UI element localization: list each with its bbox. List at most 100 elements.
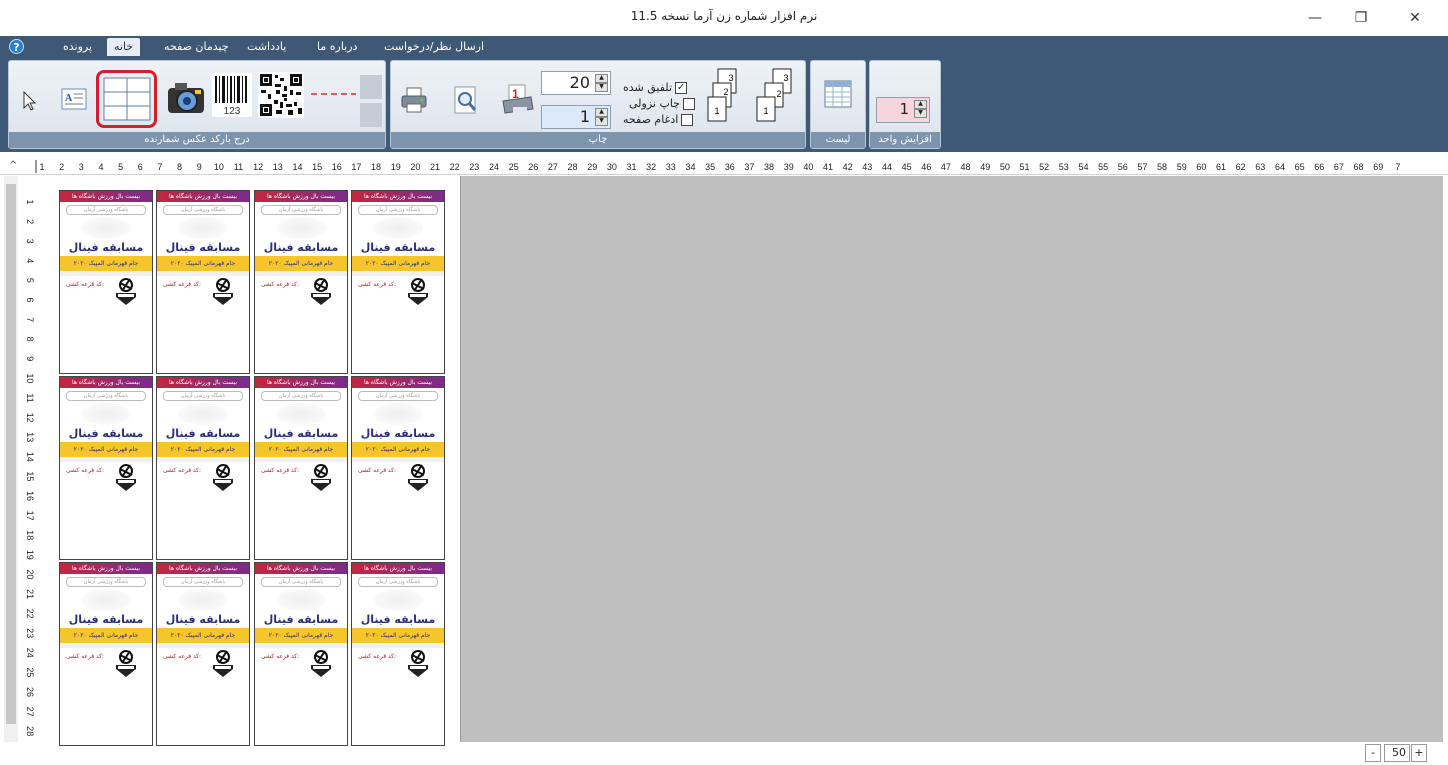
scrollbar-thumb[interactable] bbox=[6, 184, 16, 724]
down-arrow-icon[interactable]: ▼ bbox=[595, 117, 608, 126]
order-cascade-button[interactable]: 3 2 1 bbox=[753, 67, 797, 129]
zoom-out-button[interactable]: - bbox=[1365, 744, 1381, 762]
minimize-button[interactable]: — bbox=[1292, 4, 1338, 32]
menu-about[interactable]: درباره ما bbox=[317, 40, 357, 53]
ticket-subheader: باشگاه ورزشی آرمان bbox=[163, 577, 243, 587]
design-canvas[interactable]: بیست بال ورزش باشگاه ها باشگاه ورزشی آرما… bbox=[48, 176, 1443, 746]
ticket-card[interactable]: بیست بال ورزش باشگاه ها باشگاه ورزشی آرما… bbox=[254, 562, 348, 746]
ticket-title: مسابقه فینال bbox=[68, 613, 144, 626]
up-arrow-icon[interactable]: ▲ bbox=[595, 74, 608, 83]
ticket-card[interactable]: بیست بال ورزش باشگاه ها باشگاه ورزشی آرما… bbox=[254, 376, 348, 560]
counter-tool[interactable] bbox=[311, 87, 356, 101]
ticket-subheader: باشگاه ورزشی آرمان bbox=[163, 205, 243, 215]
increment-spinner[interactable]: 1 ▲ ▼ bbox=[876, 97, 930, 123]
insert-group: A 123 درج بارکد عکس شمارنده bbox=[8, 60, 386, 149]
barcode-number: 123 bbox=[224, 106, 241, 117]
ticket-card[interactable]: بیست بال ورزش باشگاه ها باشگاه ورزشی آرما… bbox=[156, 376, 250, 560]
ticket-card[interactable]: بیست بال ورزش باشگاه ها باشگاه ورزشی آرما… bbox=[254, 190, 348, 374]
zoom-in-button[interactable]: + bbox=[1411, 744, 1427, 762]
ticket-code-label: کد قرعه کشی: bbox=[66, 281, 105, 288]
ruler-label: 6 bbox=[138, 162, 143, 172]
printer-icon bbox=[401, 87, 427, 113]
ticket-code-label: کد قرعه کشی: bbox=[163, 653, 202, 660]
ticket-card[interactable]: بیست بال ورزش باشگاه ها باشگاه ورزشی آرما… bbox=[59, 190, 153, 374]
ruler-label: 5 bbox=[118, 162, 123, 172]
print-preview-button[interactable] bbox=[449, 83, 483, 117]
barcode-tool[interactable]: 123 bbox=[212, 73, 252, 117]
ticket-banner: جام قهرمانی المپیک ۲۰۲۰ bbox=[352, 442, 444, 457]
cursor-icon bbox=[23, 90, 37, 111]
descending-checkbox[interactable]: چاپ نزولی bbox=[629, 97, 695, 110]
up-arrow-icon[interactable]: ▲ bbox=[595, 108, 608, 117]
menu-page-layout[interactable]: چیدمان صفحه bbox=[164, 40, 229, 53]
ticket-code-label: کد قرعه کشی: bbox=[163, 281, 202, 288]
help-icon[interactable]: ? bbox=[9, 39, 24, 54]
merge-page-label: ادغام صفحه bbox=[623, 113, 679, 126]
close-button[interactable]: ✕ bbox=[1392, 4, 1438, 32]
ticket-card[interactable]: بیست بال ورزش باشگاه ها باشگاه ورزشی آرما… bbox=[351, 562, 445, 746]
text-tool[interactable]: A bbox=[61, 87, 87, 111]
merged-checkbox[interactable]: تلفیق شده ✓ bbox=[623, 81, 688, 94]
grid-layout-tool[interactable] bbox=[96, 70, 157, 128]
text-box-icon: A bbox=[61, 88, 87, 110]
unchecked-box-icon[interactable] bbox=[681, 113, 694, 126]
menu-feedback[interactable]: ارسال نظر/درخواست bbox=[384, 40, 484, 53]
menu-home[interactable]: خانه bbox=[107, 38, 141, 56]
menu-notes[interactable]: یادداشت bbox=[247, 40, 286, 53]
ruler-label: 49 bbox=[980, 162, 990, 172]
ticket-card[interactable]: بیست بال ورزش باشگاه ها باشگاه ورزشی آرما… bbox=[156, 190, 250, 374]
ruler-label: 16 bbox=[332, 162, 342, 172]
print-setup-button[interactable]: 1 bbox=[497, 81, 537, 119]
print-button[interactable] bbox=[397, 83, 431, 117]
down-arrow-icon[interactable]: ▼ bbox=[595, 83, 608, 92]
restore-button[interactable]: ❐ bbox=[1338, 4, 1384, 32]
ticket-logo-watermark bbox=[276, 589, 326, 611]
start-spinner[interactable]: 1 ▲ ▼ bbox=[541, 105, 611, 129]
ruler-label: 46 bbox=[921, 162, 931, 172]
copies-value: 20 bbox=[569, 73, 590, 92]
svg-text:3: 3 bbox=[783, 73, 788, 83]
menu-file[interactable]: پرونده bbox=[63, 40, 92, 53]
up-arrow-icon[interactable]: ▲ bbox=[914, 100, 927, 109]
ruler-label: 37 bbox=[744, 162, 754, 172]
order-stacked-button[interactable]: 3 2 1 bbox=[704, 67, 744, 129]
basketball-emblem-icon bbox=[207, 461, 239, 493]
ticket-header: بیست بال ورزش باشگاه ها bbox=[60, 191, 152, 202]
photo-tool[interactable] bbox=[165, 75, 207, 119]
ticket-header: بیست بال ورزش باشگاه ها bbox=[352, 377, 444, 388]
unchecked-box-icon[interactable] bbox=[682, 97, 695, 110]
copies-spinner[interactable]: 20 ▲ ▼ bbox=[541, 71, 611, 95]
ruler-label: 20 bbox=[25, 569, 35, 579]
ticket-card[interactable]: بیست بال ورزش باشگاه ها باشگاه ورزشی آرما… bbox=[59, 376, 153, 560]
ruler-label: 44 bbox=[882, 162, 892, 172]
increment-arrows[interactable]: ▲ ▼ bbox=[914, 100, 927, 118]
ticket-card[interactable]: بیست بال ورزش باشگاه ها باشگاه ورزشی آرما… bbox=[351, 376, 445, 560]
ticket-title: مسابقه فینال bbox=[360, 427, 436, 440]
copies-arrows[interactable]: ▲ ▼ bbox=[595, 74, 608, 92]
pointer-tool[interactable] bbox=[19, 87, 41, 115]
qr-code-tool[interactable] bbox=[257, 71, 305, 119]
ticket-card[interactable]: بیست بال ورزش باشگاه ها باشگاه ورزشی آرما… bbox=[59, 562, 153, 746]
list-button[interactable] bbox=[821, 77, 855, 111]
ruler-label: 50 bbox=[1000, 162, 1010, 172]
ruler-label: 61 bbox=[1216, 162, 1226, 172]
down-arrow-icon[interactable]: ▼ bbox=[914, 109, 927, 118]
ruler-label: 3 bbox=[25, 239, 35, 244]
ticket-banner: جام قهرمانی المپیک ۲۰۲۰ bbox=[157, 628, 249, 643]
ticket-logo-watermark bbox=[178, 217, 228, 239]
check-icon[interactable]: ✓ bbox=[675, 81, 688, 94]
ruler-label: 67 bbox=[1334, 162, 1344, 172]
ticket-card[interactable]: بیست بال ورزش باشگاه ها باشگاه ورزشی آرما… bbox=[351, 190, 445, 374]
ticket-subheader: باشگاه ورزشی آرمان bbox=[66, 205, 146, 215]
ticket-card[interactable]: بیست بال ورزش باشگاه ها باشگاه ورزشی آرما… bbox=[156, 562, 250, 746]
vertical-scrollbar[interactable] bbox=[4, 176, 18, 742]
merge-page-checkbox[interactable]: ادغام صفحه bbox=[623, 113, 694, 126]
start-arrows[interactable]: ▲ ▼ bbox=[595, 108, 608, 126]
ticket-banner: جام قهرمانی المپیک ۲۰۲۰ bbox=[60, 628, 152, 643]
ticket-header: بیست بال ورزش باشگاه ها bbox=[255, 377, 347, 388]
table-icon bbox=[824, 80, 852, 108]
ruler-label: 15 bbox=[25, 471, 35, 481]
zoom-level[interactable]: 50 bbox=[1384, 744, 1410, 762]
ruler-label: 24 bbox=[489, 162, 499, 172]
list-group-label: لیست bbox=[811, 132, 865, 148]
